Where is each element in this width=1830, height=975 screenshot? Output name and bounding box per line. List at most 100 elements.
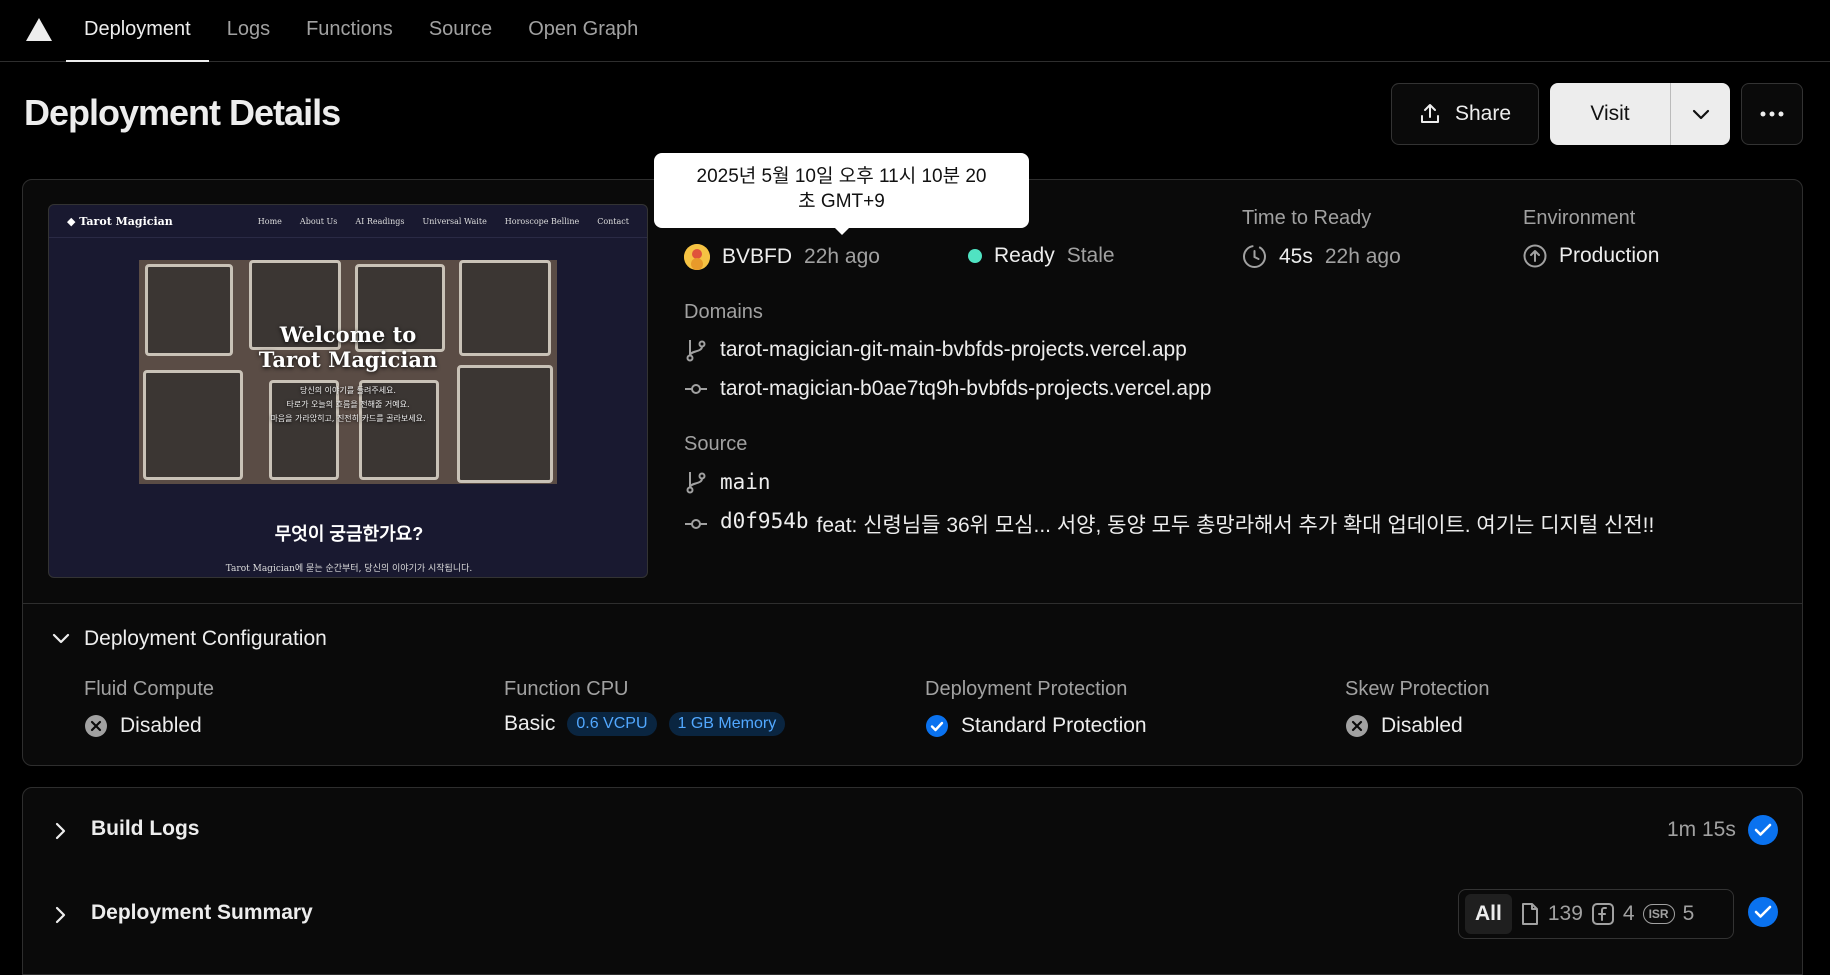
skew-protection-label: Skew Protection — [1345, 678, 1490, 700]
x-circle-icon — [1346, 715, 1368, 737]
deployment-protection-label: Deployment Protection — [925, 678, 1128, 700]
git-commit-icon — [685, 384, 707, 394]
chevron-down-icon — [1692, 109, 1709, 120]
preview-navbar: ◆ Tarot Magician Home About Us AI Readin… — [49, 205, 647, 238]
memory-badge: 1 GB Memory — [668, 712, 786, 736]
fluid-compute-value: Disabled — [84, 714, 202, 738]
time-to-ready-label: Time to Ready — [1242, 207, 1372, 229]
divider — [23, 603, 1802, 604]
timestamp-tooltip: 2025년 5월 10일 오후 11시 10분 20 초 GMT+9 — [654, 153, 1029, 228]
preview-link: Universal Waite — [422, 216, 487, 226]
check-circle-icon — [926, 715, 948, 737]
tab-functions[interactable]: Functions — [288, 0, 411, 62]
share-button[interactable]: Share — [1391, 83, 1539, 145]
time-to-ready-info: 45s 22h ago — [1242, 244, 1401, 269]
tooltip-arrow — [834, 227, 850, 235]
time-to-ready-value: 45s — [1279, 244, 1313, 268]
function-icon — [1591, 903, 1614, 925]
avatar[interactable] — [684, 244, 710, 270]
tab-source[interactable]: Source — [411, 0, 510, 62]
tab-open-graph[interactable]: Open Graph — [510, 0, 656, 62]
tooltip-line: 초 GMT+9 — [798, 191, 885, 212]
commit-message[interactable]: feat: 신령님들 36위 모심... 서양, 동양 모두 총망라해서 추가 … — [817, 509, 1655, 539]
domain-link[interactable]: tarot-magician-b0ae7tq9h-bvbfds-projects… — [720, 377, 1211, 401]
source-commit[interactable]: d0f954b feat: 신령님들 36위 모심... 서양, 동양 모두 총… — [684, 509, 1654, 539]
check-circle-icon — [1748, 815, 1778, 845]
domain-item[interactable]: tarot-magician-b0ae7tq9h-bvbfds-projects… — [684, 377, 1211, 401]
x-circle-icon — [85, 715, 107, 737]
build-duration: 1m 15s — [1667, 818, 1736, 841]
status-note: Stale — [1066, 244, 1115, 267]
check-circle-icon — [1748, 897, 1778, 927]
visit-button[interactable]: Visit — [1550, 83, 1670, 145]
vcpu-badge: 0.6 VCPU — [567, 712, 657, 736]
preview-link: About Us — [299, 216, 338, 226]
file-icon — [1521, 903, 1538, 925]
preview-brand: ◆ Tarot Magician — [67, 214, 173, 228]
fluid-compute-label: Fluid Compute — [84, 678, 215, 700]
function-cpu-label: Function CPU — [504, 678, 629, 700]
share-icon — [1420, 104, 1439, 123]
function-cpu-value: Basic 0.6 VCPU 1 GB Memory — [504, 712, 786, 736]
deployment-summary-title: Deployment Summary — [91, 901, 313, 924]
tab-deployment[interactable]: Deployment — [66, 0, 209, 62]
domain-link[interactable]: tarot-magician-git-main-bvbfds-projects.… — [720, 338, 1187, 362]
filter-all-button[interactable]: All — [1465, 894, 1512, 934]
preview-link: Horoscope Belline — [504, 216, 580, 226]
page-title: Deployment Details — [24, 92, 341, 133]
creator-time: 22h ago — [804, 245, 880, 268]
vercel-logo-icon[interactable] — [26, 18, 52, 41]
domain-item[interactable]: tarot-magician-git-main-bvbfds-projects.… — [684, 338, 1187, 362]
clock-icon — [1243, 245, 1266, 268]
fluid-compute-status: Disabled — [120, 714, 202, 737]
tab-logs[interactable]: Logs — [209, 0, 288, 62]
visit-dropdown-button[interactable] — [1670, 83, 1730, 145]
source-branch[interactable]: main — [684, 470, 771, 494]
static-count[interactable]: 139 — [1548, 902, 1583, 926]
preview-links: Home About Us AI Readings Universal Wait… — [258, 217, 629, 226]
git-branch-icon — [686, 472, 706, 494]
time-to-ready-ago: 22h ago — [1324, 244, 1401, 268]
preview-section-text: Tarot Magician에 묻는 순간부터, 당신의 이야기가 시작됩니다. — [225, 564, 473, 574]
preview-hero-text: Welcome to Tarot Magician 당신의 이야기를 들려주세요… — [139, 322, 557, 426]
preview-hero-image: Welcome to Tarot Magician 당신의 이야기를 들려주세요… — [139, 260, 557, 484]
skew-protection-status: Disabled — [1381, 714, 1463, 737]
environment-value: Production — [1559, 244, 1660, 267]
more-options-button[interactable] — [1741, 83, 1803, 145]
creator-name[interactable]: BVBFD — [722, 245, 792, 269]
branch-name[interactable]: main — [720, 470, 771, 494]
status-text: Ready — [994, 244, 1055, 267]
isr-icon: ISR — [1642, 904, 1675, 924]
config-section-title[interactable]: Deployment Configuration — [84, 627, 327, 651]
build-logs-row[interactable]: Build Logs 1m 15s — [22, 787, 1803, 873]
tooltip-line: 2025년 5월 10일 오후 11시 10분 20 — [696, 166, 987, 187]
preview-section-title: 무엇이 궁금한가요? — [274, 524, 424, 544]
chevron-right-icon — [55, 906, 66, 924]
git-commit-icon — [685, 519, 707, 529]
preview-hero-title: Welcome to — [279, 322, 417, 347]
skew-protection-value: Disabled — [1345, 714, 1463, 738]
environment-label: Environment — [1523, 207, 1636, 229]
preview-link: Contact — [597, 216, 629, 226]
build-logs-title: Build Logs — [91, 817, 200, 840]
status-dot-icon — [968, 249, 982, 263]
isr-count[interactable]: 5 — [1683, 902, 1695, 926]
preview-hero-subtitle: 당신의 이야기를 들려주세요. 타로가 오늘의 흐름을 전해줄 거예요. 마음을… — [270, 386, 426, 423]
preview-link: Home — [257, 216, 282, 226]
preview-hero-title: Tarot Magician — [258, 347, 438, 372]
deployment-protection-value: Standard Protection — [925, 714, 1147, 738]
summary-filter: All 139 4 ISR 5 — [1458, 889, 1734, 939]
chevron-down-icon[interactable] — [51, 631, 71, 645]
deployment-preview[interactable]: ◆ Tarot Magician Home About Us AI Readin… — [48, 204, 648, 578]
more-horizontal-icon — [1760, 111, 1784, 117]
preview-link: AI Readings — [355, 216, 405, 226]
function-cpu-tier: Basic — [504, 712, 556, 735]
git-branch-icon — [686, 340, 706, 362]
status-info: Ready Stale — [968, 244, 1115, 268]
function-count[interactable]: 4 — [1623, 902, 1635, 926]
deployment-summary-row[interactable]: Deployment Summary All 139 4 ISR 5 — [22, 872, 1803, 975]
domains-label: Domains — [684, 301, 763, 323]
commit-hash[interactable]: d0f954b — [720, 509, 809, 539]
deployment-protection-status: Standard Protection — [961, 714, 1147, 737]
tab-bar: Deployment Logs Functions Source Open Gr… — [66, 0, 656, 62]
